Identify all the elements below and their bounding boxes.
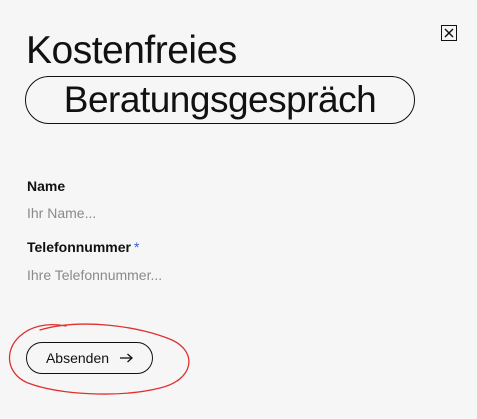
dialog-title: Kostenfreies bbox=[26, 29, 237, 72]
name-input[interactable] bbox=[27, 202, 427, 224]
phone-label-text: Telefonnummer bbox=[27, 239, 131, 255]
phone-input[interactable] bbox=[27, 264, 427, 286]
name-label-text: Name bbox=[27, 178, 66, 194]
name-label: Name bbox=[27, 178, 65, 194]
phone-label: Telefonnummer * bbox=[27, 239, 139, 255]
required-marker: * bbox=[133, 239, 140, 255]
dialog-title-highlight: Beratungsgespräch bbox=[25, 76, 415, 124]
consultation-dialog: Kostenfreies Beratungsgespräch Name Tele… bbox=[0, 0, 477, 419]
arrow-right-icon bbox=[119, 353, 134, 363]
close-button[interactable] bbox=[441, 25, 457, 41]
submit-label: Absenden bbox=[45, 350, 110, 366]
submit-button[interactable]: Absenden bbox=[26, 342, 153, 374]
close-icon bbox=[444, 28, 454, 38]
